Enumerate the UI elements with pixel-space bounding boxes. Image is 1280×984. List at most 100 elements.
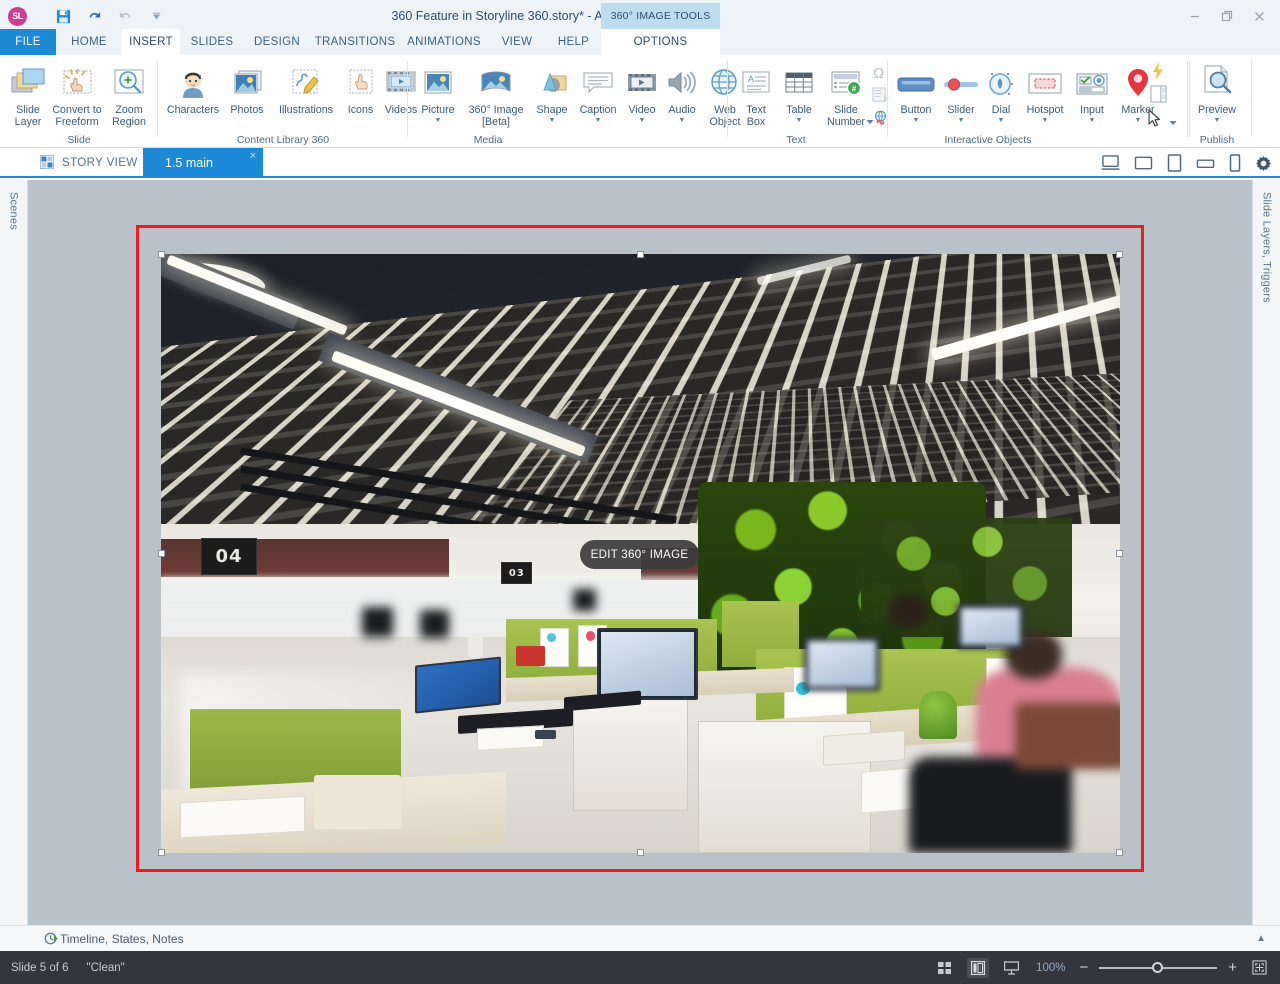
timeline-states-notes-bar[interactable]: Timeline, States, Notes ▲ <box>0 925 1280 951</box>
video-button[interactable]: Video ▼ <box>622 60 662 124</box>
hotspot-icon <box>1025 60 1065 102</box>
characters-button[interactable]: Characters <box>162 60 224 116</box>
chevron-down-icon[interactable]: ▼ <box>998 117 1005 124</box>
hotspot-button[interactable]: Hotspot ▼ <box>1020 60 1070 124</box>
zoom-region-button[interactable]: Zoom Region <box>105 60 153 128</box>
normal-view-button[interactable] <box>967 958 989 978</box>
title-bar: SL 360 Feature in Storyline 360.story* -… <box>0 0 1280 32</box>
chevron-down-icon[interactable]: ▼ <box>679 117 686 124</box>
illustrations-label: Illustrations <box>279 104 333 116</box>
slider-icon <box>941 60 981 102</box>
audio-button[interactable]: Audio ▼ <box>662 60 702 124</box>
chevron-down-icon[interactable]: ▼ <box>1042 117 1049 124</box>
dial-button[interactable]: Dial ▼ <box>982 60 1020 124</box>
photos-button[interactable]: Photos <box>224 60 270 116</box>
icons-icon <box>344 60 378 102</box>
button-button[interactable]: Button ▼ <box>892 60 940 124</box>
illustrations-button[interactable]: Illustrations <box>270 60 342 116</box>
tab-slide-1-5-main[interactable]: 1.5 main × <box>143 148 263 178</box>
slide-layer-icon <box>8 60 48 102</box>
gear-icon[interactable] <box>1255 155 1272 172</box>
resize-handle-bottom-center[interactable] <box>637 849 644 856</box>
tab-insert[interactable]: INSERT <box>122 29 180 55</box>
phone-landscape-icon[interactable] <box>1196 157 1215 170</box>
chevron-down-icon[interactable]: ▼ <box>1089 117 1096 124</box>
convert-freeform-icon <box>57 60 97 102</box>
chevron-down-icon[interactable]: ▼ <box>435 117 442 124</box>
chevron-down-icon[interactable]: ▼ <box>595 117 602 124</box>
tablet-portrait-icon[interactable] <box>1167 154 1182 172</box>
zoom-slider[interactable] <box>1099 961 1217 975</box>
close-button[interactable] <box>1244 4 1274 28</box>
mouse-cursor-icon[interactable] <box>1147 109 1162 133</box>
scenes-panel-tab[interactable]: Scenes <box>0 180 28 925</box>
scrolling-panel-icon <box>1150 85 1167 108</box>
chevron-down-icon[interactable]: ▼ <box>549 117 556 124</box>
status-bar: Slide 5 of 6 "Clean" 100% − + <box>0 951 1280 984</box>
chevron-down-icon[interactable]: ▼ <box>958 117 965 124</box>
slider-button[interactable]: Slider ▼ <box>940 60 982 124</box>
tab-view[interactable]: VIEW <box>488 29 546 55</box>
tab-slides[interactable]: SLIDES <box>180 29 244 55</box>
table-button[interactable]: Table ▼ <box>778 60 820 124</box>
input-button[interactable]: Input ▼ <box>1070 60 1114 124</box>
resize-handle-top-right[interactable] <box>1116 251 1123 258</box>
story-view-label: STORY VIEW <box>62 157 138 169</box>
dial-icon <box>983 60 1019 102</box>
table-icon <box>782 60 816 102</box>
tablet-landscape-icon[interactable] <box>1134 155 1153 171</box>
slide-layer-button[interactable]: Slide Layer <box>5 60 51 128</box>
resize-handle-top-left[interactable] <box>158 251 165 258</box>
resize-handle-middle-right[interactable] <box>1116 550 1123 557</box>
tab-file[interactable]: FILE <box>0 29 56 55</box>
zoom-slider-knob[interactable] <box>1152 962 1163 973</box>
resize-handle-top-center[interactable] <box>637 251 644 258</box>
picture-button[interactable]: Picture ▼ <box>414 60 462 124</box>
presenter-view-button[interactable] <box>1000 958 1022 978</box>
desktop-icon[interactable] <box>1101 155 1120 171</box>
chevron-down-icon[interactable]: ▼ <box>796 117 803 124</box>
resize-handle-middle-left[interactable] <box>158 550 165 557</box>
tab-help[interactable]: HELP <box>546 29 601 55</box>
monitor-display <box>601 632 694 696</box>
chevron-down-icon[interactable]: ▼ <box>913 117 920 124</box>
minimize-button[interactable] <box>1180 4 1210 28</box>
slide-number-button[interactable]: # Slide Number <box>820 60 872 128</box>
fit-to-window-icon[interactable] <box>1248 958 1270 978</box>
mouse-cursor-chevron-down-icon[interactable] <box>1169 113 1177 131</box>
tab-transitions[interactable]: TRANSITIONS <box>310 29 400 55</box>
tab-home[interactable]: HOME <box>56 29 122 55</box>
shape-button[interactable]: Shape ▼ <box>530 60 574 124</box>
collapse-panel-icon[interactable]: ▲ <box>1256 933 1266 944</box>
resize-handle-bottom-right[interactable] <box>1116 849 1123 856</box>
close-icon[interactable]: × <box>250 150 256 162</box>
grid-view-button[interactable] <box>934 958 956 978</box>
leather-bag <box>1015 703 1121 769</box>
tab-story-view[interactable]: STORY VIEW <box>28 148 150 178</box>
tab-design[interactable]: DESIGN <box>244 29 310 55</box>
resize-handle-bottom-left[interactable] <box>158 849 165 856</box>
caption-button[interactable]: Caption ▼ <box>574 60 622 124</box>
image-360-button[interactable]: 360° Image [Beta] <box>462 60 530 128</box>
text-box-label: Text Box <box>746 104 766 128</box>
text-box-button[interactable]: A Text Box <box>734 60 778 128</box>
phone-portrait-icon[interactable] <box>1229 154 1241 172</box>
photos-icon <box>229 60 265 102</box>
slide-canvas-360-image[interactable]: 04 03 <box>161 254 1120 853</box>
edit-360-image-button[interactable]: EDIT 360° IMAGE <box>580 540 699 569</box>
illustrations-icon <box>288 60 324 102</box>
chevron-down-icon[interactable]: ▼ <box>639 117 646 124</box>
smartphone <box>535 730 556 739</box>
icons-button[interactable]: Icons <box>342 60 379 116</box>
restore-button[interactable] <box>1212 4 1242 28</box>
window-controls <box>1180 4 1274 28</box>
zoom-out-button[interactable]: − <box>1079 961 1088 974</box>
tab-options[interactable]: OPTIONS <box>601 29 720 55</box>
preview-button[interactable]: Preview ▼ <box>1188 60 1246 124</box>
chevron-down-icon[interactable]: ▼ <box>1214 117 1221 124</box>
convert-to-freeform-button[interactable]: Convert to Freeform <box>51 60 103 128</box>
chevron-down-icon[interactable]: ▼ <box>1135 117 1142 124</box>
zoom-in-button[interactable]: + <box>1228 961 1237 974</box>
slide-layers-triggers-panel-tab[interactable]: Slide Layers, Triggers <box>1252 180 1280 925</box>
tab-animations[interactable]: ANIMATIONS <box>400 29 488 55</box>
